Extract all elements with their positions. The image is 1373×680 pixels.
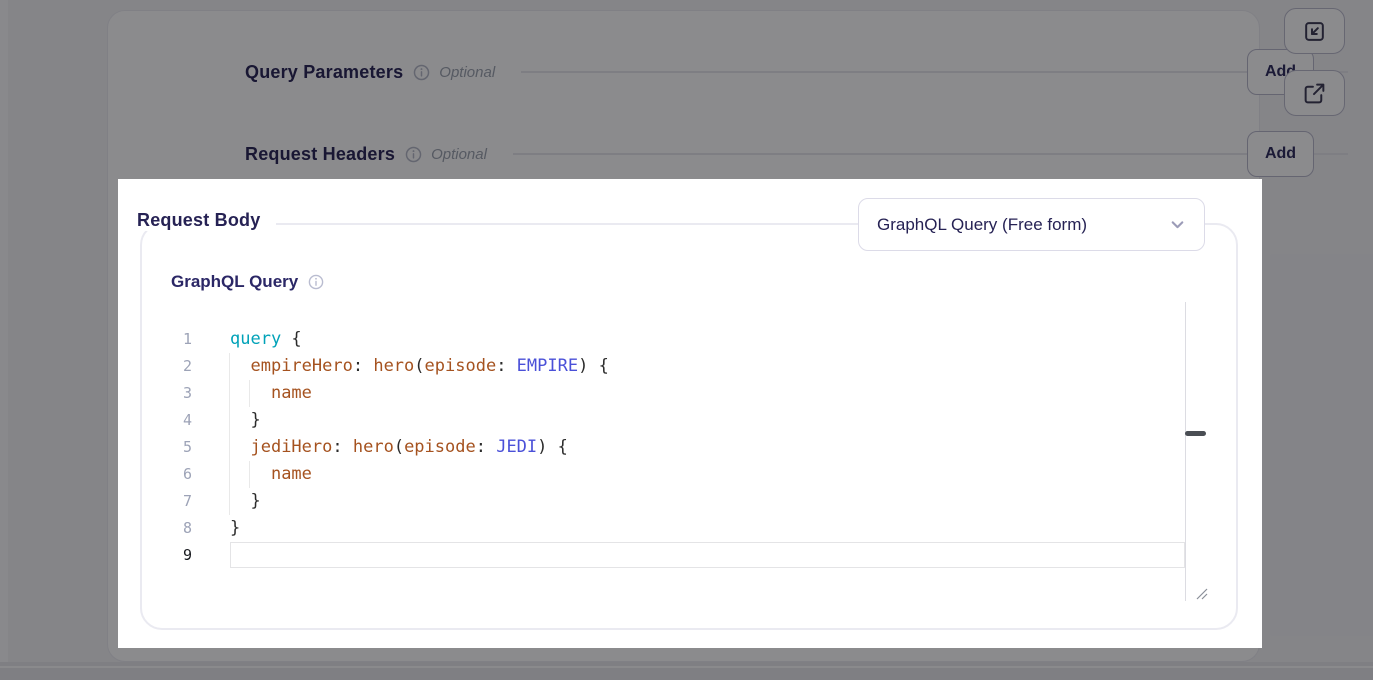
- editor-gutter: 123456789: [162, 326, 192, 569]
- info-icon: [308, 274, 324, 290]
- graphql-query-editor[interactable]: query { empireHero: hero(episode: EMPIRE…: [230, 326, 1185, 569]
- editor-scrollbar-track: [1185, 302, 1186, 601]
- body-type-selected-value: GraphQL Query (Free form): [877, 215, 1087, 235]
- body-type-select[interactable]: GraphQL Query (Free form): [858, 198, 1205, 251]
- chevron-down-icon: [1169, 216, 1186, 233]
- graphql-query-label: GraphQL Query: [171, 272, 298, 292]
- editor-resize-handle[interactable]: [1195, 587, 1209, 601]
- graphql-query-label-row: GraphQL Query: [171, 272, 324, 292]
- editor-scrollbar-thumb[interactable]: [1185, 431, 1206, 436]
- request-body-panel: Request Body GraphQL Query (Free form) G…: [118, 179, 1262, 648]
- request-body-title: Request Body: [137, 210, 276, 231]
